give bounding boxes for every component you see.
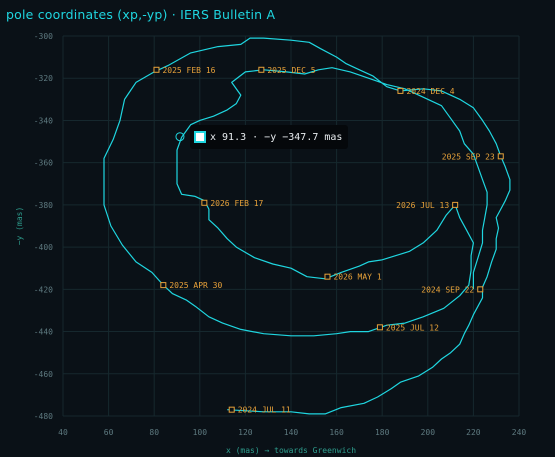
y-tick-label: -480 xyxy=(34,412,53,421)
x-tick-label: 60 xyxy=(104,428,114,437)
x-tick-label: 140 xyxy=(284,428,299,437)
date-marker xyxy=(452,201,459,208)
x-tick-label: 180 xyxy=(375,428,390,437)
x-tick-label: 160 xyxy=(329,428,344,437)
y-tick-label: -440 xyxy=(34,328,53,337)
x-tick-label: 100 xyxy=(193,428,208,437)
x-tick-label: 200 xyxy=(421,428,436,437)
date-label: 2024 SEP 22 xyxy=(421,285,474,294)
chart-title: pole coordinates (xp,-yp) · IERS Bulleti… xyxy=(6,7,276,22)
date-marker xyxy=(228,406,235,413)
date-marker xyxy=(153,66,160,73)
x-tick-label: 240 xyxy=(512,428,527,437)
date-label: 2025 DEC 5 xyxy=(267,66,315,75)
y-tick-label: -400 xyxy=(34,243,53,252)
date-label: 2026 MAY 1 xyxy=(333,273,381,282)
date-marker xyxy=(497,153,504,160)
chart-container: 40 60 80 100 120 140 160 180 200 220 240 -300 -320 -3… xyxy=(0,0,555,457)
x-tick-label: 40 xyxy=(58,428,68,437)
date-marker xyxy=(477,286,484,293)
date-label: 2025 APR 30 xyxy=(169,281,222,290)
date-label: 2025 FEB 16 xyxy=(162,66,215,75)
y-tick-label: -420 xyxy=(34,285,53,294)
y-tick-label: -380 xyxy=(34,201,53,210)
date-label: 2026 JUL 13 xyxy=(396,201,449,210)
tooltip-swatch xyxy=(194,131,206,143)
date-label: 2024 DEC 4 xyxy=(406,87,454,96)
date-label: 2024 JUL 11 xyxy=(238,406,291,415)
date-marker xyxy=(324,273,331,280)
y-tick-label: -320 xyxy=(34,74,53,83)
x-axis-label: x (mas) → towards Greenwich xyxy=(226,446,356,455)
date-marker xyxy=(160,282,167,289)
x-tick-label: 120 xyxy=(238,428,253,437)
hover-tooltip: x 91.3 · −y −347.7 mas xyxy=(190,125,349,149)
y-tick-label: -460 xyxy=(34,370,53,379)
x-tick-label: 80 xyxy=(149,428,159,437)
polar-motion-chart: 40 60 80 100 120 140 160 180 200 220 240 -300 -320 -3… xyxy=(15,32,527,455)
date-label: 2025 SEP 23 xyxy=(442,152,495,161)
tooltip-text: x 91.3 · −y −347.7 mas xyxy=(210,131,343,143)
y-tick-label: -340 xyxy=(34,116,53,125)
y-tick-label: -300 xyxy=(34,32,53,41)
date-marker xyxy=(397,87,404,94)
y-tick-label: -360 xyxy=(34,159,53,168)
date-label: 2025 JUL 12 xyxy=(386,323,439,332)
date-marker xyxy=(258,66,265,73)
date-marker xyxy=(201,199,208,206)
y-axis-label: −y (mas) xyxy=(15,207,24,246)
date-marker xyxy=(376,324,383,331)
date-label: 2026 FEB 17 xyxy=(210,199,263,208)
x-tick-label: 220 xyxy=(466,428,481,437)
